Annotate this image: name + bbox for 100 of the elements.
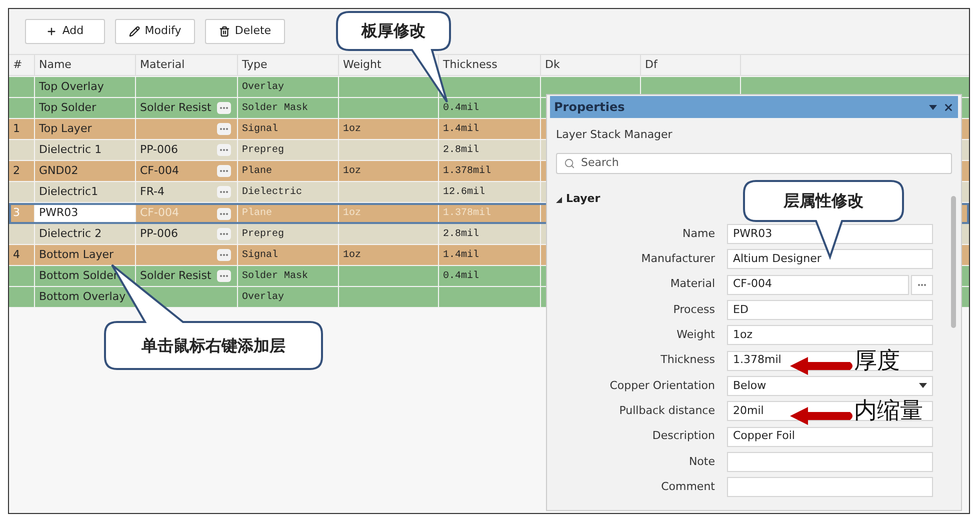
layer-material: Solder Resist	[140, 100, 212, 116]
ellipsis-icon	[219, 274, 229, 278]
layer-type: Prepreg	[242, 144, 284, 158]
column-header: #	[13, 56, 22, 73]
ellipsis-button[interactable]	[217, 186, 231, 198]
input-field[interactable]: Copper Foil	[727, 426, 933, 447]
layer-row[interactable]: Top Overlay Overlay	[9, 77, 969, 98]
layer-name: GND02	[39, 162, 78, 179]
layer-type: Signal	[242, 122, 278, 136]
layer-weight: 1oz	[343, 207, 362, 221]
layer-thickness: 1.4mil	[443, 248, 480, 262]
ellipsis-icon	[219, 253, 229, 257]
layer-thickness: 1.378mil	[443, 206, 492, 221]
toolbar-button[interactable]: Add	[25, 19, 105, 44]
layer-name: Top Overlay	[39, 78, 104, 95]
search-field[interactable]: Search	[556, 152, 952, 174]
ellipsis-button[interactable]	[217, 208, 231, 220]
arrow-icon	[790, 357, 852, 375]
plus-icon	[46, 26, 58, 37]
input-field[interactable]: ED	[727, 300, 933, 320]
column-header: Df	[645, 56, 658, 73]
layer-thickness: 2.8mil	[443, 228, 480, 242]
layer-material: Solder Resist	[140, 268, 212, 284]
field-label: Note	[688, 454, 716, 470]
layer-name: Bottom Solder	[39, 268, 118, 284]
ellipsis-icon	[219, 190, 229, 194]
field-label: Name	[682, 226, 716, 242]
search-icon	[564, 158, 575, 168]
layer-type: Solder Mask	[242, 102, 308, 116]
ellipsis-button[interactable]	[217, 165, 231, 177]
layer-type: Solder Mask	[242, 270, 308, 284]
close-icon[interactable]	[943, 102, 954, 112]
layer-material: CF-004	[140, 162, 179, 179]
ellipsis-button[interactable]	[217, 249, 231, 261]
ellipsis-icon	[219, 169, 229, 173]
layer-name: Bottom Overlay	[39, 288, 126, 305]
layer-material: PP-006	[140, 226, 178, 242]
layer-material: PP-006	[140, 142, 178, 158]
layer-type: Dielectric	[242, 186, 302, 200]
input-field[interactable]: 1oz	[727, 325, 933, 346]
column-header: Material	[140, 56, 185, 73]
layer-number: 4	[13, 246, 20, 263]
pencil-icon	[128, 26, 140, 37]
caret-icon[interactable]	[929, 104, 937, 110]
ellipsis-icon	[917, 282, 927, 287]
layer-number: 1	[13, 120, 20, 137]
ellipsis-button[interactable]	[217, 144, 231, 156]
ellipsis-icon	[219, 127, 229, 131]
toolbar-button[interactable]: Modify	[115, 19, 195, 44]
trash-icon	[218, 26, 230, 37]
field-label: Manufacturer	[640, 251, 716, 268]
ellipsis-button[interactable]	[217, 228, 231, 240]
ellipsis-icon	[219, 232, 229, 236]
toolbar-button[interactable]: Delete	[205, 19, 285, 44]
column-header: Dk	[545, 56, 560, 73]
column-header: Type	[242, 56, 268, 73]
layer-type: Prepreg	[242, 228, 284, 242]
layer-type: Plane	[242, 206, 272, 221]
layer-name: PWR03	[39, 205, 78, 222]
caret-icon	[919, 383, 927, 388]
layer-name: Dielectric 2	[39, 226, 102, 242]
ellipsis-button[interactable]	[217, 270, 231, 282]
column-header: Thickness	[443, 56, 498, 73]
layer-type: Signal	[242, 248, 278, 262]
layer-thickness: 1.4mil	[443, 122, 480, 136]
arrow-icon	[790, 407, 852, 425]
layer-type: Plane	[242, 164, 272, 178]
layer-weight: 1oz	[343, 122, 362, 136]
ellipsis-icon	[219, 212, 229, 216]
layer-name: Bottom Layer	[39, 246, 114, 263]
field-label: Pullback distance	[618, 402, 716, 419]
field-label: Thickness	[660, 352, 716, 368]
panel-subtitle: Layer Stack Manager	[556, 127, 674, 143]
input-field[interactable]: CF-004	[727, 274, 909, 295]
layer-thickness: 2.8mil	[443, 144, 480, 158]
layer-name: Top Layer	[39, 120, 92, 137]
layer-number: 2	[13, 162, 20, 179]
layer-name: Top Solder	[39, 100, 96, 116]
layer-thickness: 12.6mil	[443, 186, 486, 200]
input-field[interactable]	[727, 452, 933, 472]
input-field[interactable]: PWR03	[727, 224, 933, 244]
callout-text: 板厚修改	[362, 20, 426, 42]
layer-type: Overlay	[242, 290, 284, 304]
layer-weight: 1oz	[343, 164, 362, 178]
field-label: Comment	[660, 478, 716, 495]
layer-thickness: 1.378mil	[443, 164, 492, 178]
layer-thickness: 0.4mil	[443, 270, 480, 284]
ellipsis-button[interactable]	[217, 102, 231, 114]
input-field[interactable]: Altium Designer	[727, 249, 933, 270]
dropdown-field[interactable]: Below	[727, 376, 933, 396]
ellipsis-icon	[219, 148, 229, 152]
input-field[interactable]	[727, 477, 933, 498]
layer-name: Dielectric 1	[39, 142, 102, 158]
field-label: Copper Orientation	[608, 378, 716, 394]
layer-number: 3	[13, 205, 20, 222]
panel-title: Properties	[554, 99, 625, 116]
column-header: Weight	[343, 56, 382, 73]
ellipsis-button[interactable]	[217, 123, 231, 135]
layer-weight: 1oz	[343, 248, 362, 262]
field-label: Weight	[676, 327, 716, 344]
